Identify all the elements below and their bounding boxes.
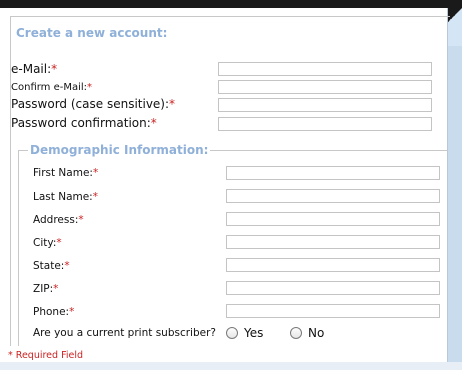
city-label: City:* [33, 237, 62, 249]
first-name-field[interactable] [226, 166, 440, 180]
required-marker: * [87, 82, 93, 93]
email-field[interactable] [218, 62, 432, 76]
subscriber-question: Are you a current print subscriber? [33, 327, 216, 339]
account-legend: Create a new account: [14, 26, 170, 40]
confirm-email-field[interactable] [218, 80, 432, 94]
phone-field[interactable] [226, 304, 440, 318]
required-marker: * [169, 97, 176, 111]
required-marker: * [78, 214, 84, 226]
confirm-email-label: Confirm e-Mail:* [11, 82, 93, 93]
required-marker: * [53, 283, 59, 295]
last-name-label: Last Name:* [33, 191, 98, 203]
password-confirmation-label: Password confirmation:* [11, 116, 157, 130]
window-right-edge [432, 0, 462, 370]
window-bottom-edge [0, 362, 462, 370]
zip-label: ZIP:* [33, 283, 59, 295]
subscriber-yes-radio[interactable] [226, 327, 238, 339]
password-label: Password (case sensitive):* [11, 97, 176, 111]
city-field[interactable] [226, 235, 440, 249]
state-field[interactable] [226, 258, 440, 272]
demographic-legend: Demographic Information: [28, 143, 211, 157]
subscriber-no-label: No [308, 326, 325, 340]
last-name-field[interactable] [226, 189, 440, 203]
first-name-label: First Name:* [33, 167, 99, 179]
required-marker: * [92, 167, 99, 179]
password-confirmation-field[interactable] [218, 117, 432, 131]
required-marker: * [92, 191, 98, 203]
required-marker: * [150, 116, 157, 130]
email-label: e-Mail:* [11, 62, 58, 76]
required-marker: * [64, 260, 70, 272]
state-label: State:* [33, 260, 70, 272]
address-field[interactable] [226, 212, 440, 226]
subscriber-yes-label: Yes [244, 326, 264, 340]
password-field[interactable] [218, 98, 432, 112]
required-marker: * [56, 237, 62, 249]
required-field-note: * Required Field [8, 350, 83, 361]
subscriber-no-radio[interactable] [290, 327, 302, 339]
window-top-edge [0, 0, 462, 8]
zip-field[interactable] [226, 281, 440, 295]
required-marker: * [51, 62, 58, 76]
required-marker: * [69, 306, 75, 318]
phone-label: Phone:* [33, 306, 75, 318]
address-label: Address:* [33, 214, 84, 226]
